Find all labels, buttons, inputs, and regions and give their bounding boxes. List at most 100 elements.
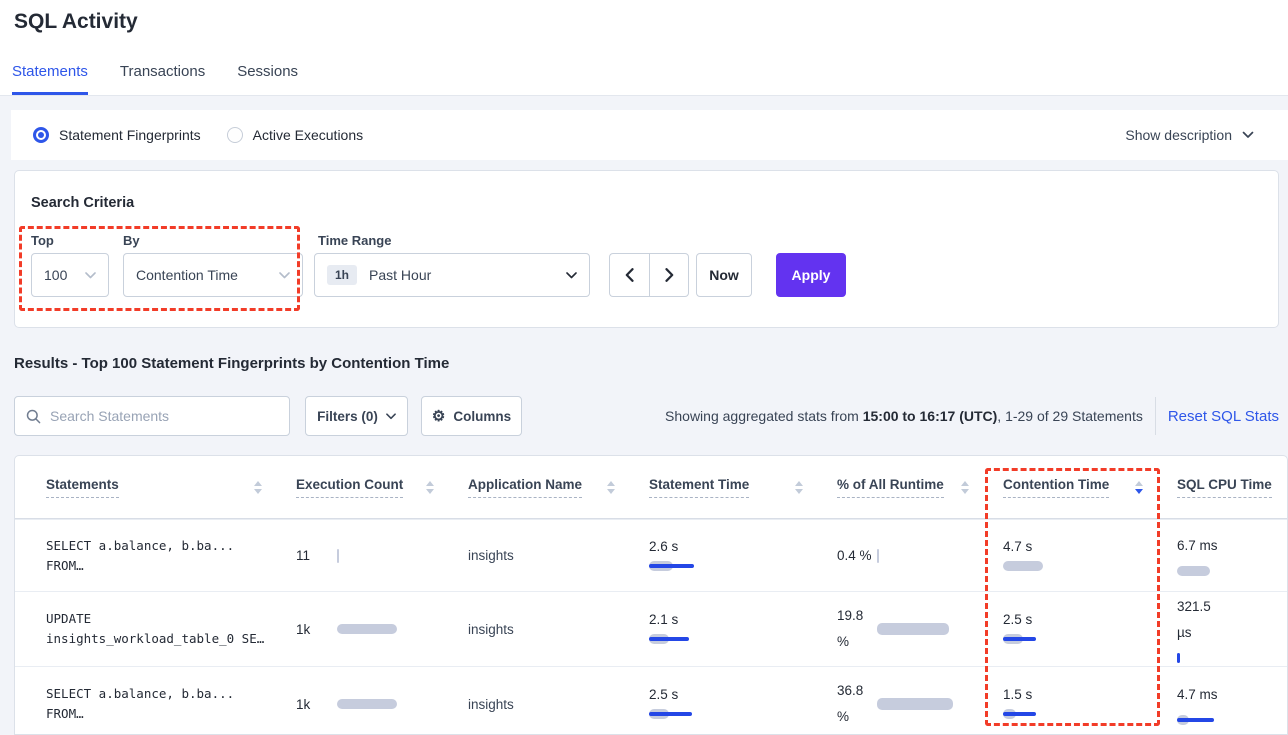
time-range-select[interactable]: 1h Past Hour	[314, 253, 590, 297]
sort-icon	[254, 481, 262, 494]
tab-statements[interactable]: Statements	[12, 55, 88, 95]
contention-time-value: 2.5 s	[1003, 612, 1177, 627]
sql-cpu-time-bar	[1177, 564, 1287, 578]
columns-button-label: Columns	[453, 409, 511, 424]
sql-cpu-time-cell: 321.5 µs	[1177, 592, 1285, 666]
show-description-toggle[interactable]: Show description	[1125, 110, 1254, 160]
sort-icon	[607, 481, 615, 494]
sql-cpu-time-cell: 6.7 ms	[1177, 520, 1285, 591]
page-title: SQL Activity	[14, 10, 138, 34]
time-back-button[interactable]	[609, 253, 649, 297]
filters-button-label: Filters (0)	[317, 409, 378, 424]
execution-count-value: 1k	[296, 622, 337, 637]
column-header-runtime-pct[interactable]: % of All Runtime	[837, 456, 1003, 518]
sort-icon	[426, 481, 434, 494]
chevron-down-icon	[1242, 131, 1254, 139]
contention-time-bar	[1003, 559, 1113, 573]
sql-cpu-time-bar	[1177, 713, 1287, 727]
statement-time-value: 2.5 s	[649, 687, 837, 702]
apply-button[interactable]: Apply	[776, 253, 846, 297]
radio-selected-icon	[33, 127, 49, 143]
time-range-value: Past Hour	[369, 267, 431, 283]
stats-prefix: Showing aggregated stats from	[665, 408, 863, 424]
filters-button[interactable]: Filters (0)	[305, 396, 408, 436]
gear-icon: ⚙	[432, 409, 445, 424]
statement-time-value: 2.1 s	[649, 612, 837, 627]
column-header-application-name[interactable]: Application Name	[468, 456, 649, 518]
time-forward-button[interactable]	[649, 253, 689, 297]
statement-time-value: 2.6 s	[649, 539, 837, 554]
aggregated-stats-text: Showing aggregated stats from 15:00 to 1…	[665, 408, 1143, 424]
chevron-down-icon	[279, 272, 290, 279]
table-row: SELECT a.balance, b.ba... FROM… 1k insig…	[15, 666, 1287, 735]
column-header-label: Statement Time	[649, 477, 749, 498]
tab-sessions[interactable]: Sessions	[237, 55, 298, 95]
search-criteria-title: Search Criteria	[31, 195, 134, 211]
column-header-statements[interactable]: Statements	[46, 456, 296, 518]
sql-cpu-time-value: 6.7 ms	[1177, 533, 1225, 559]
column-header-label: Statements	[46, 477, 119, 498]
top-select-value: 100	[44, 267, 67, 283]
columns-button[interactable]: ⚙ Columns	[421, 396, 522, 436]
runtime-pct-value: 19.8 %	[837, 603, 877, 655]
now-button[interactable]: Now	[696, 253, 752, 297]
sort-icon	[795, 481, 803, 494]
results-heading: Results - Top 100 Statement Fingerprints…	[14, 355, 449, 372]
statement-line2: FROM…	[46, 704, 296, 724]
runtime-pct-bar	[877, 622, 987, 636]
statement-time-cell: 2.6 s	[649, 520, 837, 591]
sql-cpu-time-cell: 4.7 ms	[1177, 667, 1285, 735]
sort-icon	[961, 481, 969, 494]
sort-icon-active	[1135, 481, 1143, 494]
top-select[interactable]: 100	[31, 253, 109, 297]
search-statements-input[interactable]	[50, 408, 278, 424]
chevron-down-icon	[85, 272, 96, 279]
column-header-execution-count[interactable]: Execution Count	[296, 456, 468, 518]
sql-activity-page: SQL Activity Statements Transactions Ses…	[0, 0, 1288, 735]
statement-line1: UPDATE	[46, 609, 296, 629]
chevron-left-icon	[625, 268, 634, 282]
execution-count-bar	[337, 549, 447, 563]
column-header-label: SQL CPU Time	[1177, 477, 1272, 498]
statement-cell[interactable]: SELECT a.balance, b.ba... FROM…	[46, 520, 296, 591]
contention-time-cell: 2.5 s	[1003, 592, 1177, 666]
radio-label: Statement Fingerprints	[59, 127, 201, 143]
column-header-label: Application Name	[468, 477, 582, 498]
contention-time-value: 1.5 s	[1003, 687, 1177, 702]
statement-time-bar	[649, 632, 759, 646]
runtime-pct-cell: 19.8 %	[837, 592, 1003, 666]
top-label: Top	[31, 233, 54, 248]
table-row: SELECT a.balance, b.ba... FROM… 11 insig…	[15, 519, 1287, 591]
statement-cell[interactable]: SELECT a.balance, b.ba... FROM…	[46, 667, 296, 735]
statement-time-bar	[649, 559, 759, 573]
column-header-sql-cpu-time[interactable]: SQL CPU Time	[1177, 456, 1285, 518]
tab-bar: Statements Transactions Sessions	[0, 55, 1288, 96]
radio-active-executions[interactable]: Active Executions	[227, 127, 364, 143]
chevron-right-icon	[665, 268, 674, 282]
radio-statement-fingerprints[interactable]: Statement Fingerprints	[33, 127, 201, 143]
execution-count-bar	[337, 622, 447, 636]
statement-cell[interactable]: UPDATE insights_workload_table_0 SE…	[46, 592, 296, 666]
runtime-pct-bar	[877, 549, 987, 563]
application-name-value: insights	[468, 697, 649, 712]
column-header-label: Execution Count	[296, 477, 403, 498]
reset-sql-stats-link[interactable]: Reset SQL Stats	[1168, 408, 1279, 425]
time-nav-group	[609, 253, 689, 297]
sql-cpu-time-value: 4.7 ms	[1177, 682, 1225, 708]
contention-time-cell: 4.7 s	[1003, 520, 1177, 591]
time-range-badge: 1h	[327, 265, 357, 285]
tab-transactions[interactable]: Transactions	[120, 55, 205, 95]
by-select-value: Contention Time	[136, 267, 238, 283]
statements-table: Statements Execution Count Application N…	[14, 455, 1288, 735]
by-select[interactable]: Contention Time	[123, 253, 303, 297]
column-header-contention-time[interactable]: Contention Time	[1003, 456, 1177, 518]
application-name-cell: insights	[468, 667, 649, 735]
application-name-value: insights	[468, 548, 649, 563]
statement-time-bar	[649, 707, 759, 721]
by-label: By	[123, 233, 140, 248]
column-header-statement-time[interactable]: Statement Time	[649, 456, 837, 518]
runtime-pct-bar	[877, 697, 987, 711]
search-statements-box	[14, 396, 290, 436]
statement-time-cell: 2.1 s	[649, 592, 837, 666]
sql-cpu-time-value: 321.5 µs	[1177, 594, 1225, 646]
